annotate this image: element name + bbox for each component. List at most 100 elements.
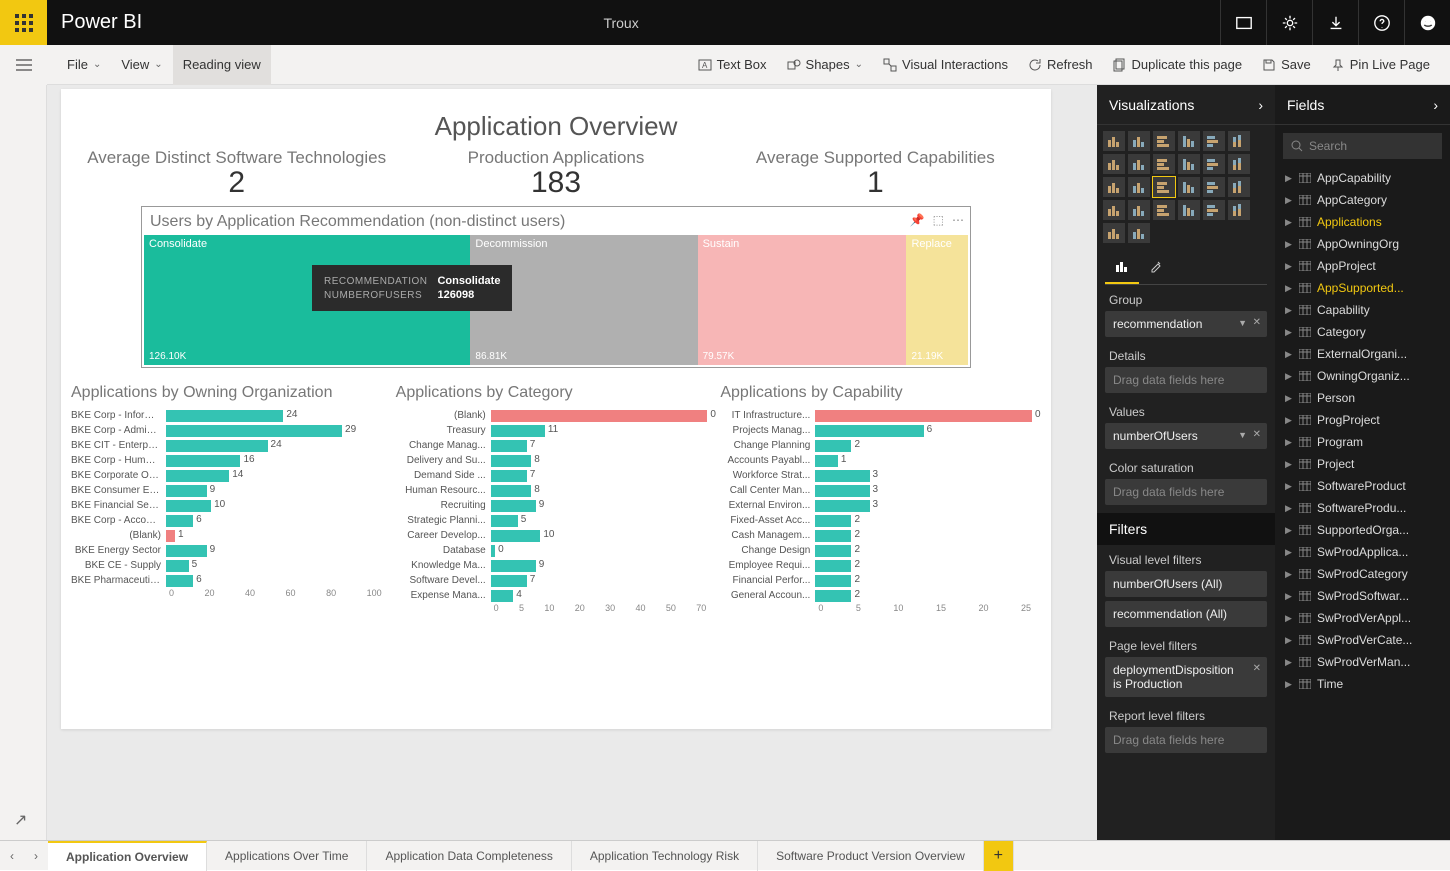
field-item[interactable]: ▶SwProdSoftwar... <box>1275 585 1450 607</box>
textbox-button[interactable]: AText Box <box>688 45 777 85</box>
collapse-icon[interactable]: › <box>1258 97 1263 113</box>
expand-icon[interactable]: ↗ <box>14 810 27 830</box>
treemap-segment[interactable]: Sustain79.57K <box>698 235 907 365</box>
field-item[interactable]: ▶Category <box>1275 321 1450 343</box>
viz-type-icon[interactable] <box>1103 177 1125 197</box>
viz-type-icon[interactable] <box>1128 131 1150 151</box>
viz-type-icon[interactable] <box>1128 223 1150 243</box>
field-item[interactable]: ▶Person <box>1275 387 1450 409</box>
vlf-2[interactable]: recommendation (All) <box>1105 601 1267 627</box>
field-item[interactable]: ▶SoftwareProduct <box>1275 475 1450 497</box>
fields-tab[interactable] <box>1105 253 1139 284</box>
nav-toggle[interactable] <box>0 45 47 85</box>
viz-type-icon[interactable] <box>1128 177 1150 197</box>
field-item[interactable]: ▶SwProdApplica... <box>1275 541 1450 563</box>
viz-type-icon[interactable] <box>1178 177 1200 197</box>
viz-type-icon[interactable] <box>1228 200 1250 220</box>
field-item[interactable]: ▶Applications <box>1275 211 1450 233</box>
viz-type-icon[interactable] <box>1128 154 1150 174</box>
colorsat-well[interactable]: Drag data fields here <box>1105 479 1267 505</box>
collapse-icon[interactable]: › <box>1433 97 1438 113</box>
reading-view-button[interactable]: Reading view <box>173 45 271 85</box>
colorsat-label: Color saturation <box>1097 453 1275 479</box>
help-icon[interactable] <box>1358 0 1404 45</box>
format-tab[interactable] <box>1139 253 1173 284</box>
viz-type-icon[interactable] <box>1178 131 1200 151</box>
plf-1[interactable]: deploymentDisposition✕is Production <box>1105 657 1267 697</box>
pin-page-button[interactable]: Pin Live Page <box>1321 45 1440 85</box>
settings-icon[interactable] <box>1266 0 1312 45</box>
field-item[interactable]: ▶Capability <box>1275 299 1450 321</box>
values-well[interactable]: numberOfUsers▼✕ <box>1105 423 1267 449</box>
treemap-visual[interactable]: 📌 ⬚ ⋯ Users by Application Recommendatio… <box>141 206 971 368</box>
viz-type-icon[interactable] <box>1103 131 1125 151</box>
field-item[interactable]: ▶SupportedOrga... <box>1275 519 1450 541</box>
add-page-button[interactable]: + <box>984 841 1014 871</box>
viz-type-icon[interactable] <box>1203 131 1225 151</box>
viz-type-icon[interactable] <box>1153 154 1175 174</box>
field-item[interactable]: ▶SwProdVerAppl... <box>1275 607 1450 629</box>
details-well[interactable]: Drag data fields here <box>1105 367 1267 393</box>
page-tab[interactable]: Software Product Version Overview <box>758 841 984 871</box>
page-tab[interactable]: Application Data Completeness <box>367 841 571 871</box>
viz-type-icon[interactable] <box>1153 131 1175 151</box>
tab-prev[interactable]: ‹ <box>0 849 24 863</box>
viz-type-icon[interactable] <box>1103 200 1125 220</box>
vlf-1[interactable]: numberOfUsers (All) <box>1105 571 1267 597</box>
more-icon[interactable]: ⋯ <box>952 213 964 227</box>
field-item[interactable]: ▶SoftwareProdu... <box>1275 497 1450 519</box>
field-item[interactable]: ▶ProgProject <box>1275 409 1450 431</box>
field-item[interactable]: ▶Project <box>1275 453 1450 475</box>
field-item[interactable]: ▶Program <box>1275 431 1450 453</box>
fields-pane-title: Fields <box>1287 97 1324 113</box>
tab-next[interactable]: › <box>24 849 48 863</box>
group-well[interactable]: recommendation▼✕ <box>1105 311 1267 337</box>
field-item[interactable]: ▶AppCategory <box>1275 189 1450 211</box>
field-item[interactable]: ▶SwProdVerMan... <box>1275 651 1450 673</box>
shapes-button[interactable]: Shapes⌄ <box>777 45 873 85</box>
field-item[interactable]: ▶SwProdVerCate... <box>1275 629 1450 651</box>
save-button[interactable]: Save <box>1252 45 1321 85</box>
viz-type-icon[interactable] <box>1128 200 1150 220</box>
pin-icon[interactable]: 📌 <box>910 213 925 227</box>
page-tab[interactable]: Application Technology Risk <box>572 841 758 871</box>
page-tab[interactable]: Applications Over Time <box>207 841 367 871</box>
refresh-button[interactable]: Refresh <box>1018 45 1103 85</box>
page-tab[interactable]: Application Overview <box>48 841 207 871</box>
treemap-segment[interactable]: Replace21.19K <box>906 235 968 365</box>
viz-type-icon[interactable] <box>1228 131 1250 151</box>
field-item[interactable]: ▶AppProject <box>1275 255 1450 277</box>
viz-type-icon[interactable] <box>1153 200 1175 220</box>
viz-type-icon[interactable] <box>1228 154 1250 174</box>
field-item[interactable]: ▶AppSupported... <box>1275 277 1450 299</box>
duplicate-page-button[interactable]: Duplicate this page <box>1103 45 1253 85</box>
field-item[interactable]: ▶OwningOrganiz... <box>1275 365 1450 387</box>
viz-type-icon[interactable] <box>1203 200 1225 220</box>
focus-icon[interactable]: ⬚ <box>933 213 944 227</box>
field-item[interactable]: ▶Time <box>1275 673 1450 695</box>
bar-chart[interactable]: Applications by Category(Blank)0Treasury… <box>396 384 717 613</box>
viz-type-icon[interactable] <box>1203 177 1225 197</box>
viz-type-icon[interactable] <box>1103 154 1125 174</box>
viz-type-icon[interactable] <box>1103 223 1125 243</box>
field-item[interactable]: ▶ExternalOrgani... <box>1275 343 1450 365</box>
viz-type-icon[interactable] <box>1178 154 1200 174</box>
viz-type-icon[interactable] <box>1203 154 1225 174</box>
field-item[interactable]: ▶AppCapability <box>1275 167 1450 189</box>
download-icon[interactable] <box>1312 0 1358 45</box>
field-item[interactable]: ▶SwProdCategory <box>1275 563 1450 585</box>
view-menu[interactable]: View⌄ <box>111 45 172 85</box>
file-menu[interactable]: File⌄ <box>57 45 111 85</box>
bar-chart[interactable]: Applications by CapabilityIT Infrastruct… <box>720 384 1041 613</box>
viz-type-icon[interactable] <box>1153 177 1175 197</box>
rlf-well[interactable]: Drag data fields here <box>1105 727 1267 753</box>
fields-search[interactable]: Search <box>1283 133 1442 159</box>
field-item[interactable]: ▶AppOwningOrg <box>1275 233 1450 255</box>
bar-chart[interactable]: Applications by Owning OrganizationBKE C… <box>71 384 392 613</box>
kpi2-label: Production Applications <box>396 148 715 168</box>
visual-interactions-button[interactable]: Visual Interactions <box>873 45 1018 85</box>
viz-type-icon[interactable] <box>1228 177 1250 197</box>
fullscreen-icon[interactable] <box>1220 0 1266 45</box>
feedback-icon[interactable] <box>1404 0 1450 45</box>
viz-type-icon[interactable] <box>1178 200 1200 220</box>
